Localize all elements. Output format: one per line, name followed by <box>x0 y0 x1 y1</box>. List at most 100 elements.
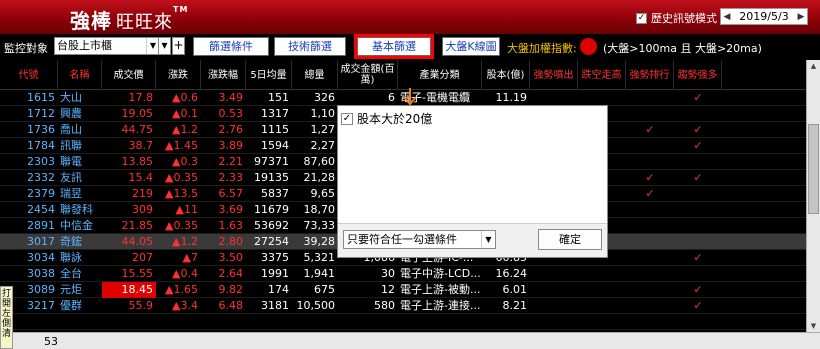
column-header[interactable]: 5日均量 <box>246 60 292 90</box>
cell-s4 <box>674 218 722 234</box>
ok-button[interactable]: 確定 <box>538 229 602 250</box>
date-picker[interactable]: ◀ 2019/5/3 ▶ <box>720 8 808 25</box>
cell-name: 元炬 <box>60 283 82 296</box>
cell-s2 <box>578 298 626 314</box>
market-index-note: (大盤>100ma 且 大盤>20ma) <box>603 42 762 55</box>
cell-chg: ▲0.6 <box>172 91 198 104</box>
cell-price: 219 <box>132 187 153 200</box>
match-mode-select[interactable]: 只要符合任一勾選條件 ▼ <box>343 230 496 249</box>
column-header[interactable]: 成交金額(百萬) <box>338 60 398 90</box>
cell-code: 2454 <box>27 203 55 216</box>
cell-price: 17.8 <box>128 91 154 104</box>
cell-v5: 3181 <box>261 299 289 312</box>
chevron-down-icon: ▼ <box>481 231 495 248</box>
cell-cap: 8.21 <box>502 299 528 312</box>
cell-code: 1615 <box>27 91 55 104</box>
cell-vol: 1,10 <box>310 107 336 120</box>
cell-vol: 2,27 <box>310 139 336 152</box>
cell-v5: 1594 <box>261 139 289 152</box>
history-mode-toggle[interactable]: ✓ 歷史訊號模式 <box>636 10 717 26</box>
cell-v5: 1991 <box>261 267 289 280</box>
cell-s3 <box>626 282 674 298</box>
cell-chg: ▲13.5 <box>165 187 198 200</box>
date-prev-icon[interactable]: ◀ <box>721 12 733 22</box>
cell-code: 1736 <box>27 123 55 136</box>
tech-filter-button[interactable]: 技術篩選 <box>274 37 346 56</box>
cell-price: 19.05 <box>121 107 154 120</box>
cell-chg: ▲7 <box>182 251 198 264</box>
scroll-down-icon[interactable]: ▼ <box>807 320 820 332</box>
cell-v5: 1115 <box>261 123 289 136</box>
column-header[interactable]: 強勢噴出 <box>530 60 578 90</box>
cell-vol: 1,27 <box>310 123 336 136</box>
cell-s4: ✓ <box>693 123 703 136</box>
add-button[interactable]: + <box>172 37 185 55</box>
monitor-dropdown-button[interactable]: ▾ <box>158 37 171 55</box>
cell-price: 44.05 <box>121 235 154 248</box>
cell-amt: 580 <box>374 299 395 312</box>
cell-price: 207 <box>132 251 153 264</box>
history-mode-label: 歷史訊號模式 <box>651 12 717 25</box>
option-capital-over-2b[interactable]: ✓ 股本大於20億 <box>341 110 432 127</box>
cell-s4: ✓ <box>693 283 703 296</box>
column-header[interactable]: 代號 <box>0 60 58 90</box>
scroll-up-icon[interactable]: ▲ <box>807 60 820 72</box>
history-mode-checkbox[interactable]: ✓ <box>636 12 647 24</box>
scroll-thumb[interactable] <box>808 124 819 214</box>
cell-s3 <box>626 202 674 218</box>
cell-vol: 326 <box>314 91 335 104</box>
cell-vol: 21,28 <box>303 171 336 184</box>
cell-v5: 53692 <box>254 219 289 232</box>
table-row[interactable]: 3038 全台 15.55 ▲0.4 2.64 1991 1,941 30 電子中游-LCD..… <box>0 266 806 282</box>
column-header[interactable]: 跌空走高 <box>578 60 626 90</box>
cell-code: 2379 <box>27 187 55 200</box>
cell-s1 <box>530 314 578 330</box>
vertical-scrollbar[interactable]: ▲ ▼ <box>806 60 820 332</box>
cell-price: 15.4 <box>128 171 154 184</box>
basic-filter-button[interactable]: 基本篩選 <box>354 34 434 59</box>
cell-name: 喬山 <box>60 123 82 136</box>
option-checkbox[interactable]: ✓ <box>341 112 353 125</box>
cell-pct: 6.57 <box>218 187 244 200</box>
market-kline-button[interactable]: 大盤K線圖 <box>442 37 500 56</box>
cell-vol: 675 <box>314 283 335 296</box>
cell-pct: 6.48 <box>218 299 244 312</box>
cell-chg: ▲3.4 <box>172 299 198 312</box>
cell-amt: 30 <box>381 267 395 280</box>
cell-name: 全台 <box>60 267 82 280</box>
cell-pct: 2.76 <box>218 123 244 136</box>
app-logo: 強棒 旺旺來TM <box>70 5 189 33</box>
column-header[interactable]: 名稱 <box>58 60 102 90</box>
column-header[interactable]: 成交價 <box>102 60 156 90</box>
table-row[interactable]: 3217 優群 55.9 ▲3.4 6.48 3181 10,500 580 電子上游-連接..… <box>0 298 806 314</box>
cell-price: 15.55 <box>121 267 154 280</box>
column-header[interactable]: 趨勢强多 <box>674 60 722 90</box>
cell-name: 中信金 <box>60 219 93 232</box>
cell-chg: ▲1.2 <box>172 235 198 248</box>
cell-code: 2303 <box>27 155 55 168</box>
table-row[interactable] <box>0 314 806 330</box>
cell-code: 2332 <box>27 171 55 184</box>
cell-ind: 電子中游-LCD... <box>400 267 481 280</box>
basic-filter-popup: ✓ 股本大於20億 只要符合任一勾選條件 ▼ 確定 <box>337 105 608 258</box>
cell-pct <box>201 314 246 330</box>
cell-amt <box>338 314 398 330</box>
monitor-select-value: 台股上市櫃 <box>57 39 112 52</box>
column-header[interactable]: 漲跌幅 <box>201 60 246 90</box>
date-next-icon[interactable]: ▶ <box>795 12 807 22</box>
column-header[interactable]: 股本(億) <box>482 60 530 90</box>
cell-s4: ✓ <box>693 139 703 152</box>
table-row[interactable]: 3089 元炬 18.45 ▲1.65 9.82 174 675 12 電子上游-被動... 6.… <box>0 282 806 298</box>
cell-price: 38.7 <box>128 139 154 152</box>
column-header[interactable]: 強勢排行 <box>626 60 674 90</box>
filter-conditions-button[interactable]: 篩選條件 <box>193 37 269 56</box>
cell-v5: 5837 <box>261 187 289 200</box>
column-header[interactable]: 漲跌 <box>156 60 201 90</box>
column-header[interactable]: 總量 <box>292 60 338 90</box>
cell-s2 <box>578 266 626 282</box>
cell-s2 <box>578 314 626 330</box>
monitor-select[interactable]: 台股上市櫃 ▼ <box>54 37 160 55</box>
cell-chg: ▲1.2 <box>172 123 198 136</box>
open-left-panel-tab[interactable]: 打開左側清 <box>0 286 13 349</box>
cell-price: 55.9 <box>128 299 154 312</box>
